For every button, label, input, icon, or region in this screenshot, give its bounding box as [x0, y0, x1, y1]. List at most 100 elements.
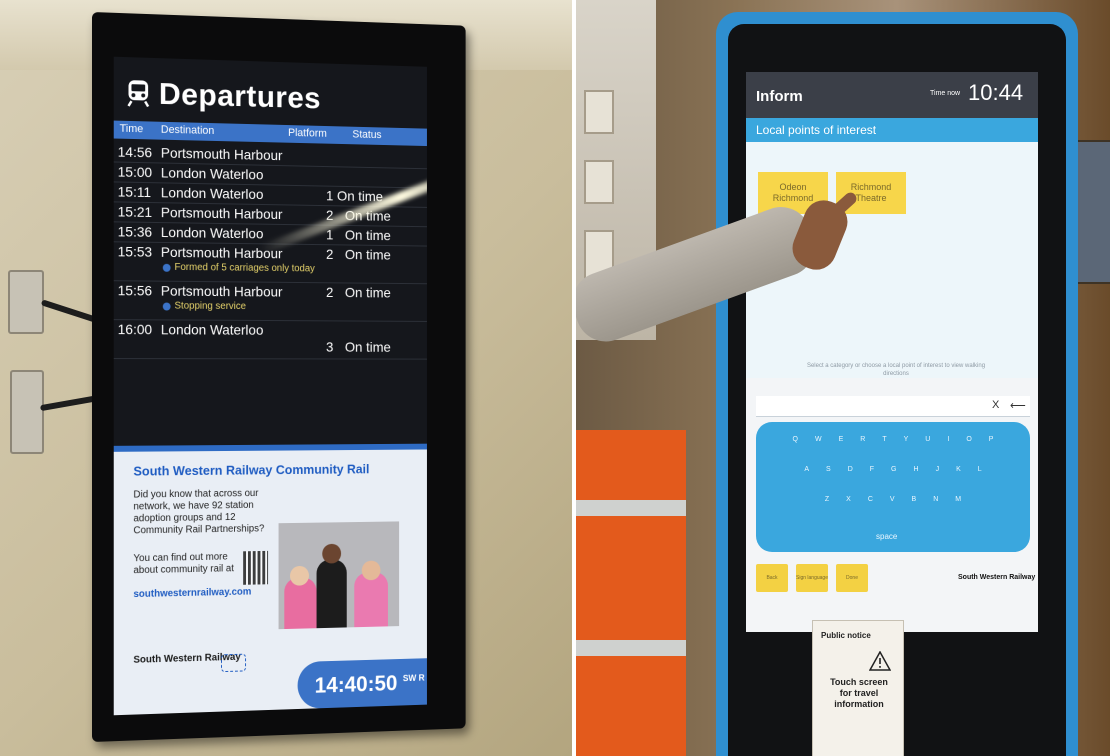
- column-headers: Time Destination Platform Status: [113, 120, 427, 147]
- dep-note-text: Formed of 5 carriages only today: [174, 261, 315, 275]
- departures-title: Departures: [158, 76, 321, 116]
- dep-time: 15:00: [117, 163, 153, 181]
- back-button[interactable]: Back: [756, 564, 788, 592]
- dep-time: 15:53: [117, 243, 153, 260]
- dep-status: On time: [344, 284, 391, 301]
- person: [354, 572, 388, 628]
- clear-icon[interactable]: X: [992, 399, 999, 411]
- col-time: Time: [119, 122, 144, 136]
- dep-destination: Portsmouth Harbour: [160, 144, 283, 164]
- done-button[interactable]: Done: [836, 564, 868, 592]
- dep-status: On time: [344, 338, 391, 355]
- table-row: 16:00 London Waterloo 3 On time: [113, 320, 427, 360]
- backspace-icon[interactable]: ⟵: [1010, 399, 1026, 412]
- table-row: 15:56 Portsmouth Harbour 2 On time Stopp…: [113, 281, 427, 322]
- info-dot-icon: [162, 302, 171, 311]
- dep-note: Formed of 5 carriages only today: [162, 261, 315, 275]
- key[interactable]: B: [912, 496, 917, 503]
- warning-icon: [869, 651, 891, 671]
- info-kiosk: Inform Time now 10:44 Local points of in…: [716, 12, 1078, 756]
- key[interactable]: K: [956, 466, 961, 473]
- key[interactable]: C: [868, 496, 873, 503]
- community-rail-logo: [221, 653, 247, 673]
- dep-time: 15:56: [117, 282, 153, 299]
- dep-time: 14:56: [117, 143, 153, 161]
- person: [316, 559, 347, 629]
- key[interactable]: Y: [904, 436, 909, 443]
- key[interactable]: H: [914, 466, 919, 473]
- time-label: Time now: [930, 90, 961, 97]
- key[interactable]: Z: [825, 496, 829, 503]
- dep-time: 15:11: [117, 183, 152, 201]
- keyboard-row: Z X C V B N M: [756, 496, 1030, 503]
- clock-logo: SW R: [402, 672, 425, 684]
- key[interactable]: M: [955, 496, 961, 503]
- col-platform: Platform: [288, 127, 327, 140]
- ad-photo: [278, 521, 400, 630]
- kiosk-buttons: Back Sign language Done: [756, 564, 868, 592]
- key[interactable]: N: [933, 496, 938, 503]
- sign-language-button[interactable]: Sign language: [796, 564, 828, 592]
- search-input[interactable]: X ⟵: [756, 396, 1030, 417]
- key[interactable]: U: [925, 436, 930, 443]
- dep-time: 16:00: [117, 321, 153, 338]
- dep-note-text: Stopping service: [174, 300, 246, 313]
- electrical-box: [8, 270, 44, 334]
- dep-destination: London Waterloo: [160, 224, 264, 242]
- departures-header: Departures: [126, 75, 321, 116]
- departure-screen: Departures Time Destination Platform Sta…: [113, 56, 427, 716]
- key[interactable]: V: [890, 496, 895, 503]
- dep-destination: London Waterloo: [160, 164, 264, 183]
- col-destination: Destination: [160, 123, 215, 137]
- notice-text: Touch screen for travel information: [830, 677, 888, 709]
- space-key[interactable]: space: [876, 532, 897, 541]
- keyboard-row: A S D F G H J K L: [756, 466, 1030, 473]
- key[interactable]: T: [882, 436, 886, 443]
- kiosk-time: 10:44: [968, 80, 1024, 105]
- kiosk-header: Inform Time now 10:44: [746, 72, 1038, 118]
- ad-text: You can find out more about community ra…: [133, 551, 234, 577]
- key[interactable]: A: [804, 466, 809, 473]
- dep-status: On time: [344, 226, 391, 244]
- key[interactable]: R: [860, 436, 865, 443]
- ad-text: Did you know that across our network, we…: [133, 488, 265, 537]
- on-screen-keyboard: Q W E R T Y U I O P A S D F G H J K L Z …: [756, 422, 1030, 552]
- key[interactable]: D: [848, 466, 853, 473]
- dep-note: Stopping service: [162, 300, 246, 313]
- door-window: [1076, 140, 1110, 284]
- key[interactable]: P: [989, 436, 994, 443]
- key[interactable]: F: [870, 466, 874, 473]
- notice-heading: Public notice: [821, 631, 871, 640]
- kiosk-screen: Inform Time now 10:44 Local points of in…: [746, 72, 1038, 632]
- dep-time: 15:36: [117, 223, 153, 240]
- info-dot-icon: [162, 263, 171, 272]
- dep-destination: Portsmouth Harbour: [160, 204, 283, 223]
- dep-platform: 2: [326, 246, 334, 262]
- key[interactable]: L: [978, 466, 982, 473]
- col-status: Status: [352, 128, 382, 142]
- window: [584, 160, 614, 204]
- public-notice: Public notice Touch screen for travel in…: [812, 620, 904, 756]
- key[interactable]: J: [936, 466, 940, 473]
- train-icon: [127, 80, 151, 108]
- community-rail-ad: South Western Railway Community Rail Did…: [113, 443, 427, 716]
- keyboard-row: Q W E R T Y U I O P: [756, 436, 1030, 443]
- key[interactable]: Q: [793, 436, 798, 443]
- key[interactable]: I: [947, 436, 949, 443]
- dep-destination: London Waterloo: [160, 184, 264, 203]
- dep-destination: London Waterloo: [160, 321, 264, 338]
- key[interactable]: S: [826, 466, 831, 473]
- key[interactable]: G: [891, 466, 896, 473]
- key[interactable]: W: [815, 436, 822, 443]
- key[interactable]: O: [966, 436, 971, 443]
- electrical-box: [10, 370, 44, 454]
- vest-stripe: [576, 640, 686, 656]
- ad-title: South Western Railway Community Rail: [133, 461, 370, 479]
- dep-platform: 2: [326, 284, 334, 300]
- section-title: Local points of interest: [756, 123, 877, 137]
- key[interactable]: E: [839, 436, 844, 443]
- hi-vis-vest: [576, 430, 686, 756]
- departures-photo: Departures Time Destination Platform Sta…: [0, 0, 572, 756]
- key[interactable]: X: [846, 496, 851, 503]
- qr-code: [243, 550, 269, 585]
